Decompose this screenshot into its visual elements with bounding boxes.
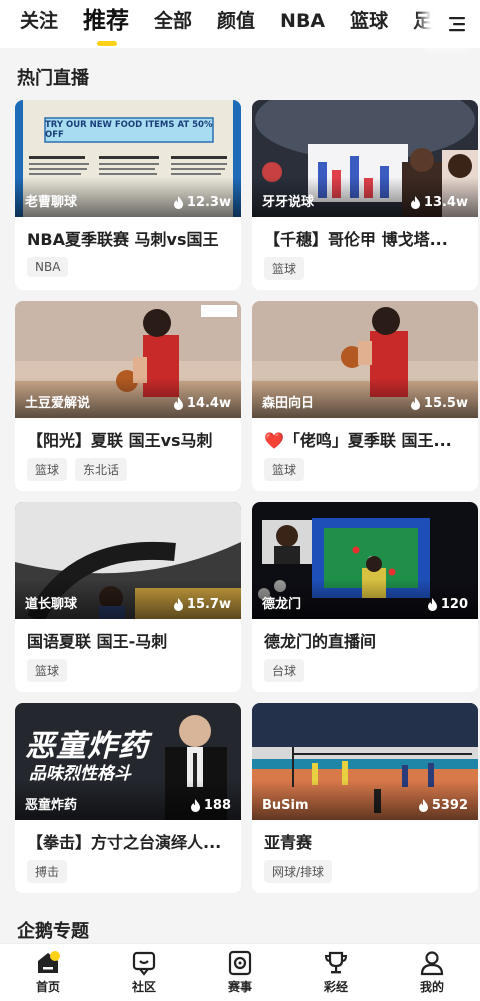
heart-icon: ❤️ <box>264 431 284 450</box>
flame-icon <box>418 799 428 812</box>
streamer-name: 道长聊球 <box>25 597 78 612</box>
flame-icon <box>427 598 437 611</box>
streamer-name: 土豆爱解说 <box>25 396 91 411</box>
section-title-topic: 企鹅专题 <box>17 921 89 942</box>
viewer-count: 15.5w <box>410 396 468 411</box>
live-card[interactable]: BuSim 5392 亚青赛 网球/排球 <box>252 703 478 893</box>
flame-icon <box>190 799 200 812</box>
viewer-count-value: 15.5w <box>423 396 468 411</box>
viewer-count-value: 13.4w <box>423 195 468 210</box>
overlay-text: TRY OUR NEW FOOD ITEMS AT 50% OFF <box>45 120 213 140</box>
viewer-count: 13.4w <box>410 195 468 210</box>
stream-title: 【拳击】方寸之台演绎人... <box>27 833 222 852</box>
stream-title: 【千穗】哥伦甲 博戈塔... <box>264 230 448 249</box>
streamer-name: 老曹聊球 <box>25 195 78 210</box>
category-tag[interactable]: NBA <box>27 257 69 277</box>
stream-title: 亚青赛 <box>264 833 313 852</box>
viewer-count-value: 14.4w <box>186 396 231 411</box>
viewer-count: 5392 <box>418 798 468 813</box>
nav-profile[interactable]: 我的 <box>384 944 480 1001</box>
streamer-name: 牙牙说球 <box>262 195 315 210</box>
live-card[interactable]: 恶童炸药 品味烈性格斗 恶童炸药 188 【拳击】方寸之台演绎人... 搏击 <box>15 703 241 893</box>
live-card[interactable]: 道长聊球 15.7w 国语夏联 国王-马刺 篮球 <box>15 502 241 692</box>
stream-thumbnail: 土豆爱解说 14.4w <box>15 301 241 418</box>
nav-lottery[interactable]: 彩经 <box>288 944 384 1001</box>
viewer-count: 120 <box>427 597 468 612</box>
match-icon <box>228 950 252 976</box>
tab-follow[interactable]: 关注 <box>20 0 58 48</box>
nav-label: 彩经 <box>323 980 348 994</box>
category-tag[interactable]: 篮球 <box>27 458 68 481</box>
viewer-count-value: 188 <box>203 798 231 813</box>
flame-icon <box>173 397 183 410</box>
category-tag[interactable]: 篮球 <box>264 458 305 481</box>
viewer-count: 14.4w <box>173 396 231 411</box>
stream-thumbnail: 森田向日 15.5w <box>252 301 478 418</box>
stream-thumbnail: 德龙门 120 <box>252 502 478 619</box>
stream-thumbnail: BuSim 5392 <box>252 703 478 820</box>
menu-button[interactable] <box>434 0 480 48</box>
flame-icon <box>173 196 183 209</box>
category-tag[interactable]: 台球 <box>264 659 305 682</box>
community-icon <box>132 951 156 976</box>
streamer-name: 德龙门 <box>262 597 302 612</box>
stream-thumbnail: 牙牙说球 13.4w <box>252 100 478 217</box>
menu-icon <box>449 17 465 32</box>
nav-home[interactable]: 首页 <box>0 944 96 1001</box>
profile-icon <box>420 951 444 976</box>
nav-community[interactable]: 社区 <box>96 944 192 1001</box>
live-card[interactable]: 森田向日 15.5w ❤️「佬鸣」夏季联 国王... 篮球 <box>252 301 478 491</box>
streamer-name: BuSim <box>262 798 309 813</box>
live-card[interactable]: 土豆爱解说 14.4w 【阳光】夏联 国王vs马刺 篮球 东北话 <box>15 301 241 491</box>
stream-title: 国语夏联 国王-马刺 <box>27 632 168 651</box>
stream-thumbnail: TRY OUR NEW FOOD ITEMS AT 50% OFF 老曹聊球 1… <box>15 100 241 217</box>
nav-match[interactable]: 赛事 <box>192 944 288 1001</box>
flame-icon <box>410 196 420 209</box>
viewer-count: 12.3w <box>173 195 231 210</box>
flame-icon <box>173 598 183 611</box>
stream-thumbnail: 道长聊球 15.7w <box>15 502 241 619</box>
category-tag[interactable]: 篮球 <box>264 257 305 280</box>
nav-label: 社区 <box>131 980 156 994</box>
stream-title: NBA夏季联赛 马刺vs国王 <box>27 230 219 249</box>
viewer-count-value: 5392 <box>431 798 468 813</box>
category-tag[interactable]: 网球/排球 <box>264 860 333 883</box>
category-tag[interactable]: 篮球 <box>27 659 68 682</box>
category-tag[interactable]: 搏击 <box>27 860 68 883</box>
trophy-icon <box>324 951 348 974</box>
section-title-hot-live: 热门直播 <box>17 68 89 89</box>
category-tag[interactable]: 东北话 <box>75 458 128 481</box>
tab-nba[interactable]: NBA <box>280 0 325 48</box>
nav-label: 赛事 <box>227 980 252 994</box>
viewer-count-value: 15.7w <box>186 597 231 612</box>
tab-looks[interactable]: 颜值 <box>217 0 255 48</box>
live-card[interactable]: 牙牙说球 13.4w 【千穗】哥伦甲 博戈塔... 篮球 <box>252 100 478 290</box>
stream-title: ❤️「佬鸣」夏季联 国王... <box>252 418 478 454</box>
stream-thumbnail: 恶童炸药 品味烈性格斗 恶童炸药 188 <box>15 703 241 820</box>
streamer-name: 恶童炸药 <box>25 798 78 813</box>
viewer-count: 15.7w <box>173 597 231 612</box>
bottom-nav: 首页 社区 赛事 彩经 我的 <box>0 943 480 1001</box>
home-icon <box>38 951 60 973</box>
live-card[interactable]: 德龙门 120 德龙门的直播间 台球 <box>252 502 478 692</box>
viewer-count-value: 12.3w <box>186 195 231 210</box>
top-nav: 关注 推荐 全部 颜值 NBA 篮球 足球 <box>0 0 480 48</box>
viewer-count-value: 120 <box>440 597 468 612</box>
stream-title: 德龙门的直播间 <box>264 632 377 651</box>
tab-recommend[interactable]: 推荐 <box>83 0 129 48</box>
tab-all[interactable]: 全部 <box>154 0 192 48</box>
nav-label: 首页 <box>35 980 60 994</box>
stream-title-text: 「佬鸣」夏季联 国王... <box>283 431 452 450</box>
stream-title: 【阳光】夏联 国王vs马刺 <box>27 431 213 450</box>
viewer-count: 188 <box>190 798 231 813</box>
flame-icon <box>410 397 420 410</box>
streamer-name: 森田向日 <box>262 396 315 411</box>
live-card[interactable]: TRY OUR NEW FOOD ITEMS AT 50% OFF 老曹聊球 1… <box>15 100 241 290</box>
category-tabs: 关注 推荐 全部 颜值 NBA 篮球 足球 <box>0 0 480 48</box>
tab-basketball[interactable]: 篮球 <box>350 0 388 48</box>
nav-label: 我的 <box>419 980 444 994</box>
